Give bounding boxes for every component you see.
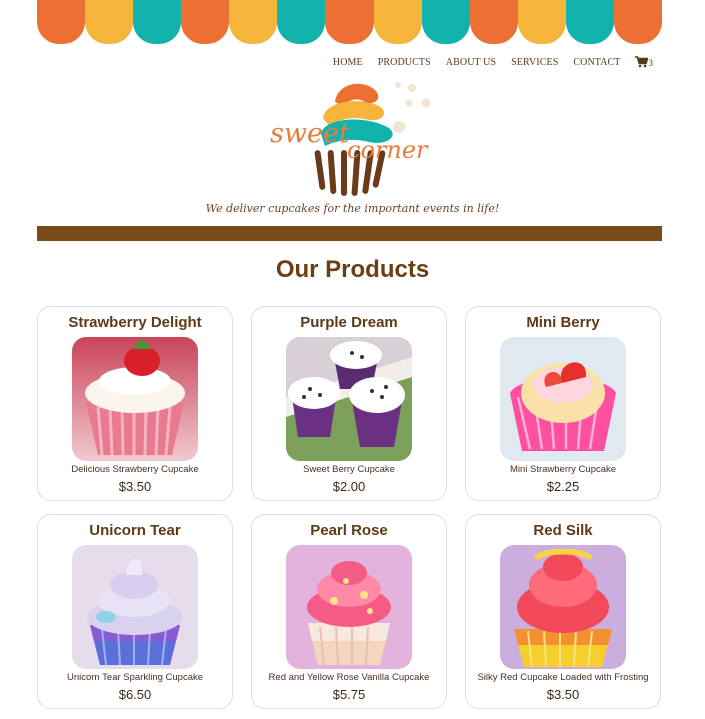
product-image[interactable] bbox=[500, 337, 626, 461]
cupcake-image bbox=[286, 545, 412, 669]
product-name: Unicorn Tear bbox=[89, 522, 181, 539]
product-card[interactable]: Purple Dream Sweet Berry Cupcake $2.00 bbox=[251, 306, 447, 501]
product-description: Unicorn Tear Sparkling Cupcake bbox=[66, 672, 204, 683]
product-name: Strawberry Delight bbox=[68, 314, 202, 331]
logo-word-sweet: sweet bbox=[270, 118, 350, 149]
awning-stripe bbox=[325, 0, 374, 44]
cart-count-badge: 3 bbox=[648, 58, 654, 68]
awning-stripe bbox=[181, 0, 230, 44]
product-card[interactable]: Red Silk Silky Red Cupcake Loaded with F… bbox=[465, 514, 661, 709]
tagline: We deliver cupcakes for the important ev… bbox=[205, 202, 500, 215]
product-price: $2.25 bbox=[546, 479, 580, 494]
awning-stripe bbox=[517, 0, 566, 44]
cupcake-image bbox=[72, 337, 198, 461]
product-image[interactable] bbox=[286, 545, 412, 669]
product-description: Delicious Strawberry Cupcake bbox=[71, 464, 199, 475]
product-name: Pearl Rose bbox=[310, 522, 388, 539]
nav-about-link[interactable]: ABOUT US bbox=[446, 57, 496, 68]
header-divider-bar bbox=[37, 226, 662, 241]
product-image[interactable] bbox=[286, 337, 412, 461]
cupcake-image bbox=[500, 337, 626, 461]
awning-stripe bbox=[421, 0, 470, 44]
product-image[interactable] bbox=[72, 545, 198, 669]
product-card[interactable]: Pearl Rose Red and Yellow Rose Vanilla C… bbox=[251, 514, 447, 709]
product-name: Purple Dream bbox=[300, 314, 398, 331]
product-image[interactable] bbox=[500, 545, 626, 669]
cupcake-image bbox=[500, 545, 626, 669]
shopping-cart-icon bbox=[634, 56, 648, 68]
product-name: Red Silk bbox=[533, 522, 593, 539]
nav-services-link[interactable]: SERVICES bbox=[511, 57, 558, 68]
nav-contact-link[interactable]: CONTACT bbox=[573, 57, 620, 68]
awning-stripe bbox=[37, 0, 86, 44]
awning-stripe bbox=[469, 0, 518, 44]
product-description: Red and Yellow Rose Vanilla Cupcake bbox=[268, 672, 430, 683]
product-price: $6.50 bbox=[118, 687, 152, 702]
cupcake-image bbox=[286, 337, 412, 461]
sweet-corner-logo[interactable]: sweet corner bbox=[265, 76, 440, 200]
main-nav: HOME PRODUCTS ABOUT US SERVICES CONTACT … bbox=[318, 56, 653, 68]
product-price: $3.50 bbox=[546, 687, 580, 702]
product-price: $2.00 bbox=[332, 479, 366, 494]
cart-button[interactable]: 3 bbox=[634, 56, 654, 68]
awning-stripe bbox=[373, 0, 422, 44]
product-grid: Strawberry Delight Delicious Strawberry … bbox=[37, 306, 662, 709]
product-card[interactable]: Strawberry Delight Delicious Strawberry … bbox=[37, 306, 233, 501]
awning-stripe bbox=[85, 0, 134, 44]
awning-banner bbox=[37, 0, 663, 44]
awning-stripe bbox=[565, 0, 614, 44]
awning-stripe bbox=[277, 0, 326, 44]
awning-stripe bbox=[229, 0, 278, 44]
awning-stripe bbox=[613, 0, 663, 44]
product-description: Sweet Berry Cupcake bbox=[303, 464, 395, 475]
product-card[interactable]: Unicorn Tear Unicorn Tear Sparkling Cupc… bbox=[37, 514, 233, 709]
awning-stripe bbox=[133, 0, 182, 44]
cupcake-image bbox=[72, 545, 198, 669]
product-image[interactable] bbox=[72, 337, 198, 461]
product-description: Silky Red Cupcake Loaded with Frosting bbox=[477, 672, 649, 683]
nav-products-link[interactable]: PRODUCTS bbox=[378, 57, 431, 68]
product-description: Mini Strawberry Cupcake bbox=[509, 464, 617, 475]
product-name: Mini Berry bbox=[526, 314, 600, 331]
product-price: $5.75 bbox=[332, 687, 366, 702]
nav-home-link[interactable]: HOME bbox=[333, 57, 363, 68]
page-title: Our Products bbox=[275, 256, 430, 283]
product-price: $3.50 bbox=[118, 479, 152, 494]
logo-word-corner: corner bbox=[347, 136, 428, 164]
product-card[interactable]: Mini Berry Mini Strawberry Cupcake $2.25 bbox=[465, 306, 661, 501]
